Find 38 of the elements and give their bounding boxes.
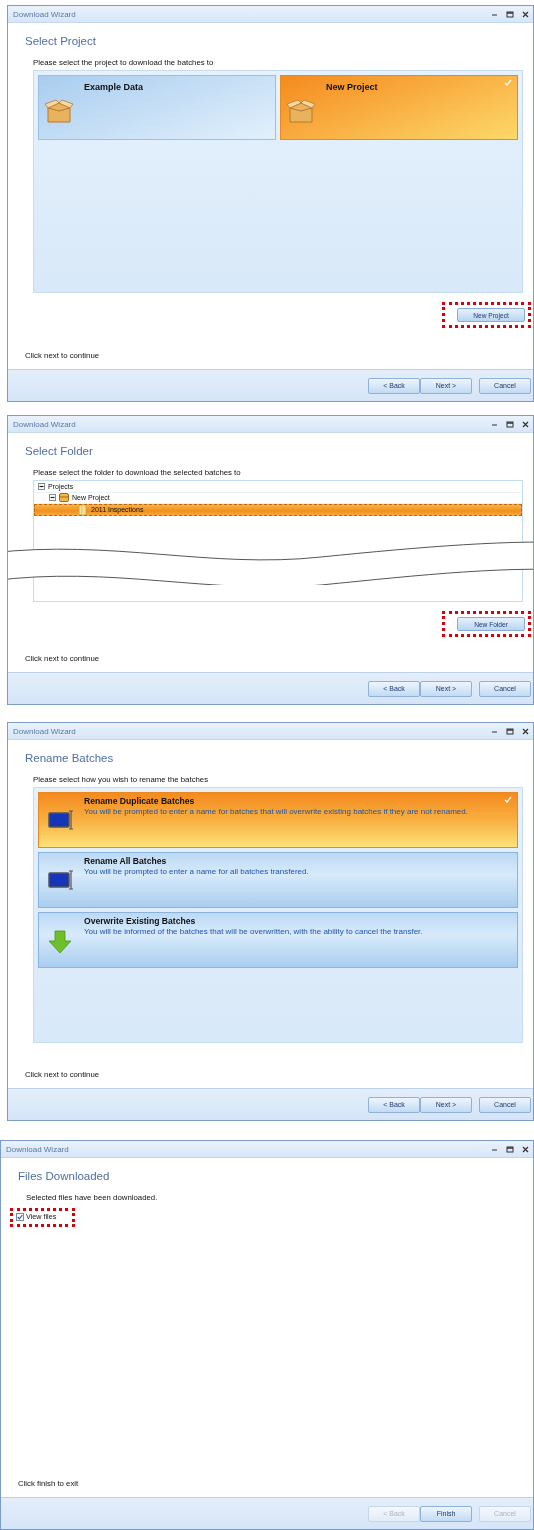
project-tile[interactable]: Example Data <box>38 75 276 140</box>
folder-icon <box>78 504 88 515</box>
option-card[interactable]: Rename All Batches You will be prompted to enter a name for all batches transfered. <box>38 852 518 908</box>
option-title: Rename Duplicate Batches <box>84 796 196 806</box>
maximize-icon[interactable] <box>506 10 514 18</box>
box-icon <box>45 98 74 123</box>
maximize-icon[interactable] <box>506 727 514 735</box>
window-title: Download Wizard <box>13 419 76 429</box>
option-card[interactable]: Rename Duplicate Batches You will be prompted to enter a name for batches that will overwrite existing batches if they are not renamed. <box>38 792 518 848</box>
box-icon <box>287 98 316 123</box>
option-description: You will be prompted to enter a name for batches that will overwrite existing batches if they are not renamed. <box>84 806 469 817</box>
close-icon[interactable] <box>522 727 529 735</box>
close-icon[interactable] <box>522 10 529 18</box>
maximize-icon[interactable] <box>506 420 514 428</box>
window-title: Download Wizard <box>6 1144 69 1154</box>
close-icon[interactable] <box>522 1145 529 1153</box>
option-card[interactable]: Overwrite Existing Batches You will be informed of the batches that will be overwritten, with the ability to cancel the transfer. <box>38 912 518 968</box>
option-title: Rename All Batches <box>84 856 168 866</box>
down-arrow-icon <box>48 930 72 954</box>
collapse-icon[interactable] <box>49 494 56 502</box>
monitor-icon <box>48 810 74 830</box>
check-icon <box>504 796 512 803</box>
option-description: You will be prompted to enter a name for all batches transfered. <box>84 866 310 877</box>
project-tile[interactable]: New Project <box>280 75 518 140</box>
monitor-icon <box>48 870 74 890</box>
window-title: Download Wizard <box>13 726 76 736</box>
page-heading: Files Downloaded <box>18 1170 110 1182</box>
collapse-icon[interactable] <box>38 482 45 490</box>
option-description: You will be informed of the batches that will be overwritten, with the ability to cancel the transfer. <box>84 926 424 937</box>
project-icon <box>59 493 69 503</box>
close-icon[interactable] <box>522 420 529 428</box>
check-icon <box>504 79 512 86</box>
page-heading: Select Folder <box>25 445 93 457</box>
window-title: Download Wizard <box>13 9 76 19</box>
maximize-icon[interactable] <box>506 1145 514 1153</box>
option-title: Overwrite Existing Batches <box>84 916 197 926</box>
page-heading: Rename Batches <box>25 752 114 764</box>
page-heading: Select Project <box>25 35 96 47</box>
